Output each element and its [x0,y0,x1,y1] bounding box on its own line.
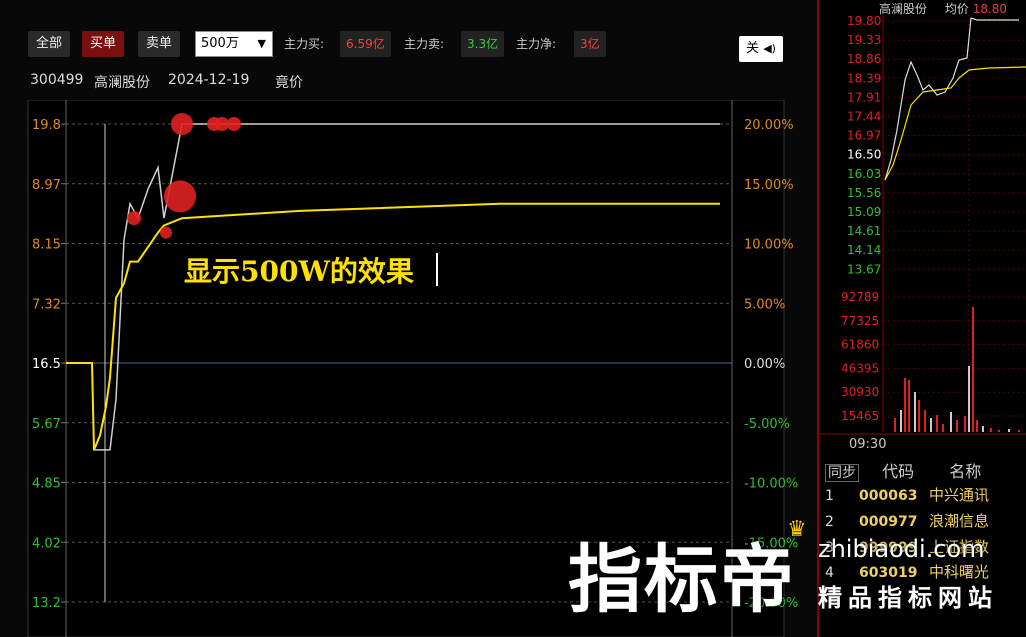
left-tick-label: 4.02 [32,536,61,551]
text-cursor [436,253,438,286]
side-price-tick: 18.39 [847,71,881,85]
side-price-tick: 14.14 [847,243,881,257]
side-price-tick: 13.67 [847,262,881,276]
right-tick-label: 5.00% [744,297,785,312]
main-net-value: 3亿 [574,31,606,57]
amount-select-value: 500万 [201,36,239,51]
side-volume-tick: 92789 [841,290,879,304]
list-item[interactable]: 1 000063 中兴通讯 [825,484,989,505]
side-price-tick: 17.44 [847,110,881,124]
main-sell-label: 主力卖: [404,37,445,51]
amount-select[interactable]: 500万 ▼ [195,31,273,57]
side-price-tick: 15.56 [847,186,881,200]
side-price-tick: 19.80 [847,14,881,28]
dropdown-arrow-icon: ▼ [257,37,266,50]
main-sell-value: 3.3亿 [461,31,505,57]
right-tick-label: 15.00% [744,178,794,193]
side-price-tick: 19.33 [847,33,881,47]
side-avg-line [884,66,1026,181]
buy-order-marker [164,180,196,213]
main-buy-label: 主力买: [284,37,325,51]
side-volume-tick: 77325 [841,314,879,328]
stock-code: 300499 [30,72,84,88]
annotation-text: 显示500W的效果 [184,255,414,288]
stock-name: 高澜股份 [94,75,150,91]
left-tick-label: 4.85 [32,477,61,492]
left-tick-label: 16.5 [32,357,61,372]
trade-date: 2024-12-19 [168,72,250,88]
side-price-tick: 17.91 [847,90,881,104]
left-tick-label: 19.8 [32,118,61,133]
list-item[interactable]: 2 000977 浪潮信息 [825,510,989,531]
side-price-tick: 16.03 [847,167,881,181]
side-price-tick: 16.97 [847,129,881,143]
watermark-brand: 指标帝 [568,537,796,623]
side-volume-tick: 46395 [841,361,879,375]
sync-button[interactable]: 同步 [825,464,859,482]
watermark-site: zhibiaodi.com [818,535,985,563]
code-column-header[interactable]: 代码 [882,462,914,481]
left-tick-label: 8.97 [32,178,61,193]
side-price-tick: 18.86 [847,52,881,66]
trade-phase: 竟价 [275,75,303,91]
side-price-tick: 14.61 [847,224,881,238]
filter-sell-button[interactable]: 卖单 [138,31,181,57]
watermark-slogan: 精品指标网站 [818,584,998,612]
buy-order-marker [171,113,193,135]
side-time-label: 09:30 [849,437,886,452]
right-tick-label: -10.00% [744,477,798,492]
side-price-line [884,17,1019,181]
list-index: 2 [825,514,834,530]
list-header: 同步 代码 名称 [825,458,981,482]
buy-order-marker [127,211,141,226]
left-tick-label: 8.15 [32,238,61,253]
buy-order-marker [160,226,172,239]
side-volume-tick: 61860 [841,338,879,352]
left-tick-label: 5.67 [32,417,61,432]
side-price-tick: 16.50 [847,148,881,162]
list-name: 中兴通讯 [929,486,990,504]
close-label: 关 [746,41,760,56]
right-tick-label: 0.00% [744,357,785,372]
close-sound-button[interactable]: 关 ◀) [739,36,783,62]
list-code: 000977 [859,514,918,530]
buy-order-marker [227,117,241,131]
name-column-header[interactable]: 名称 [949,462,981,481]
list-index: 1 [825,488,834,504]
left-tick-label: 13.2 [32,596,61,611]
main-buy-value: 6.59亿 [340,31,391,57]
right-tick-label: 20.00% [744,118,794,133]
filter-buy-button[interactable]: 买单 [82,31,125,57]
buy-order-marker [215,117,229,131]
right-tick-label: 10.00% [744,238,794,253]
side-volume-tick: 15465 [841,409,879,423]
side-minute-chart: 19.80 19.33 18.86 18.39 17.91 17.44 16.97 16.50… [819,14,1026,452]
left-tick-label: 7.32 [32,297,61,312]
speaker-icon: ◀) [763,42,776,55]
side-price-tick: 15.09 [847,205,881,219]
list-name: 浪潮信息 [929,512,990,530]
main-net-label: 主力净: [516,37,557,51]
list-code: 000063 [859,488,918,504]
side-volume-tick: 30930 [841,385,879,399]
right-tick-label: -5.00% [744,417,790,432]
filter-all-button[interactable]: 全部 [28,31,71,57]
